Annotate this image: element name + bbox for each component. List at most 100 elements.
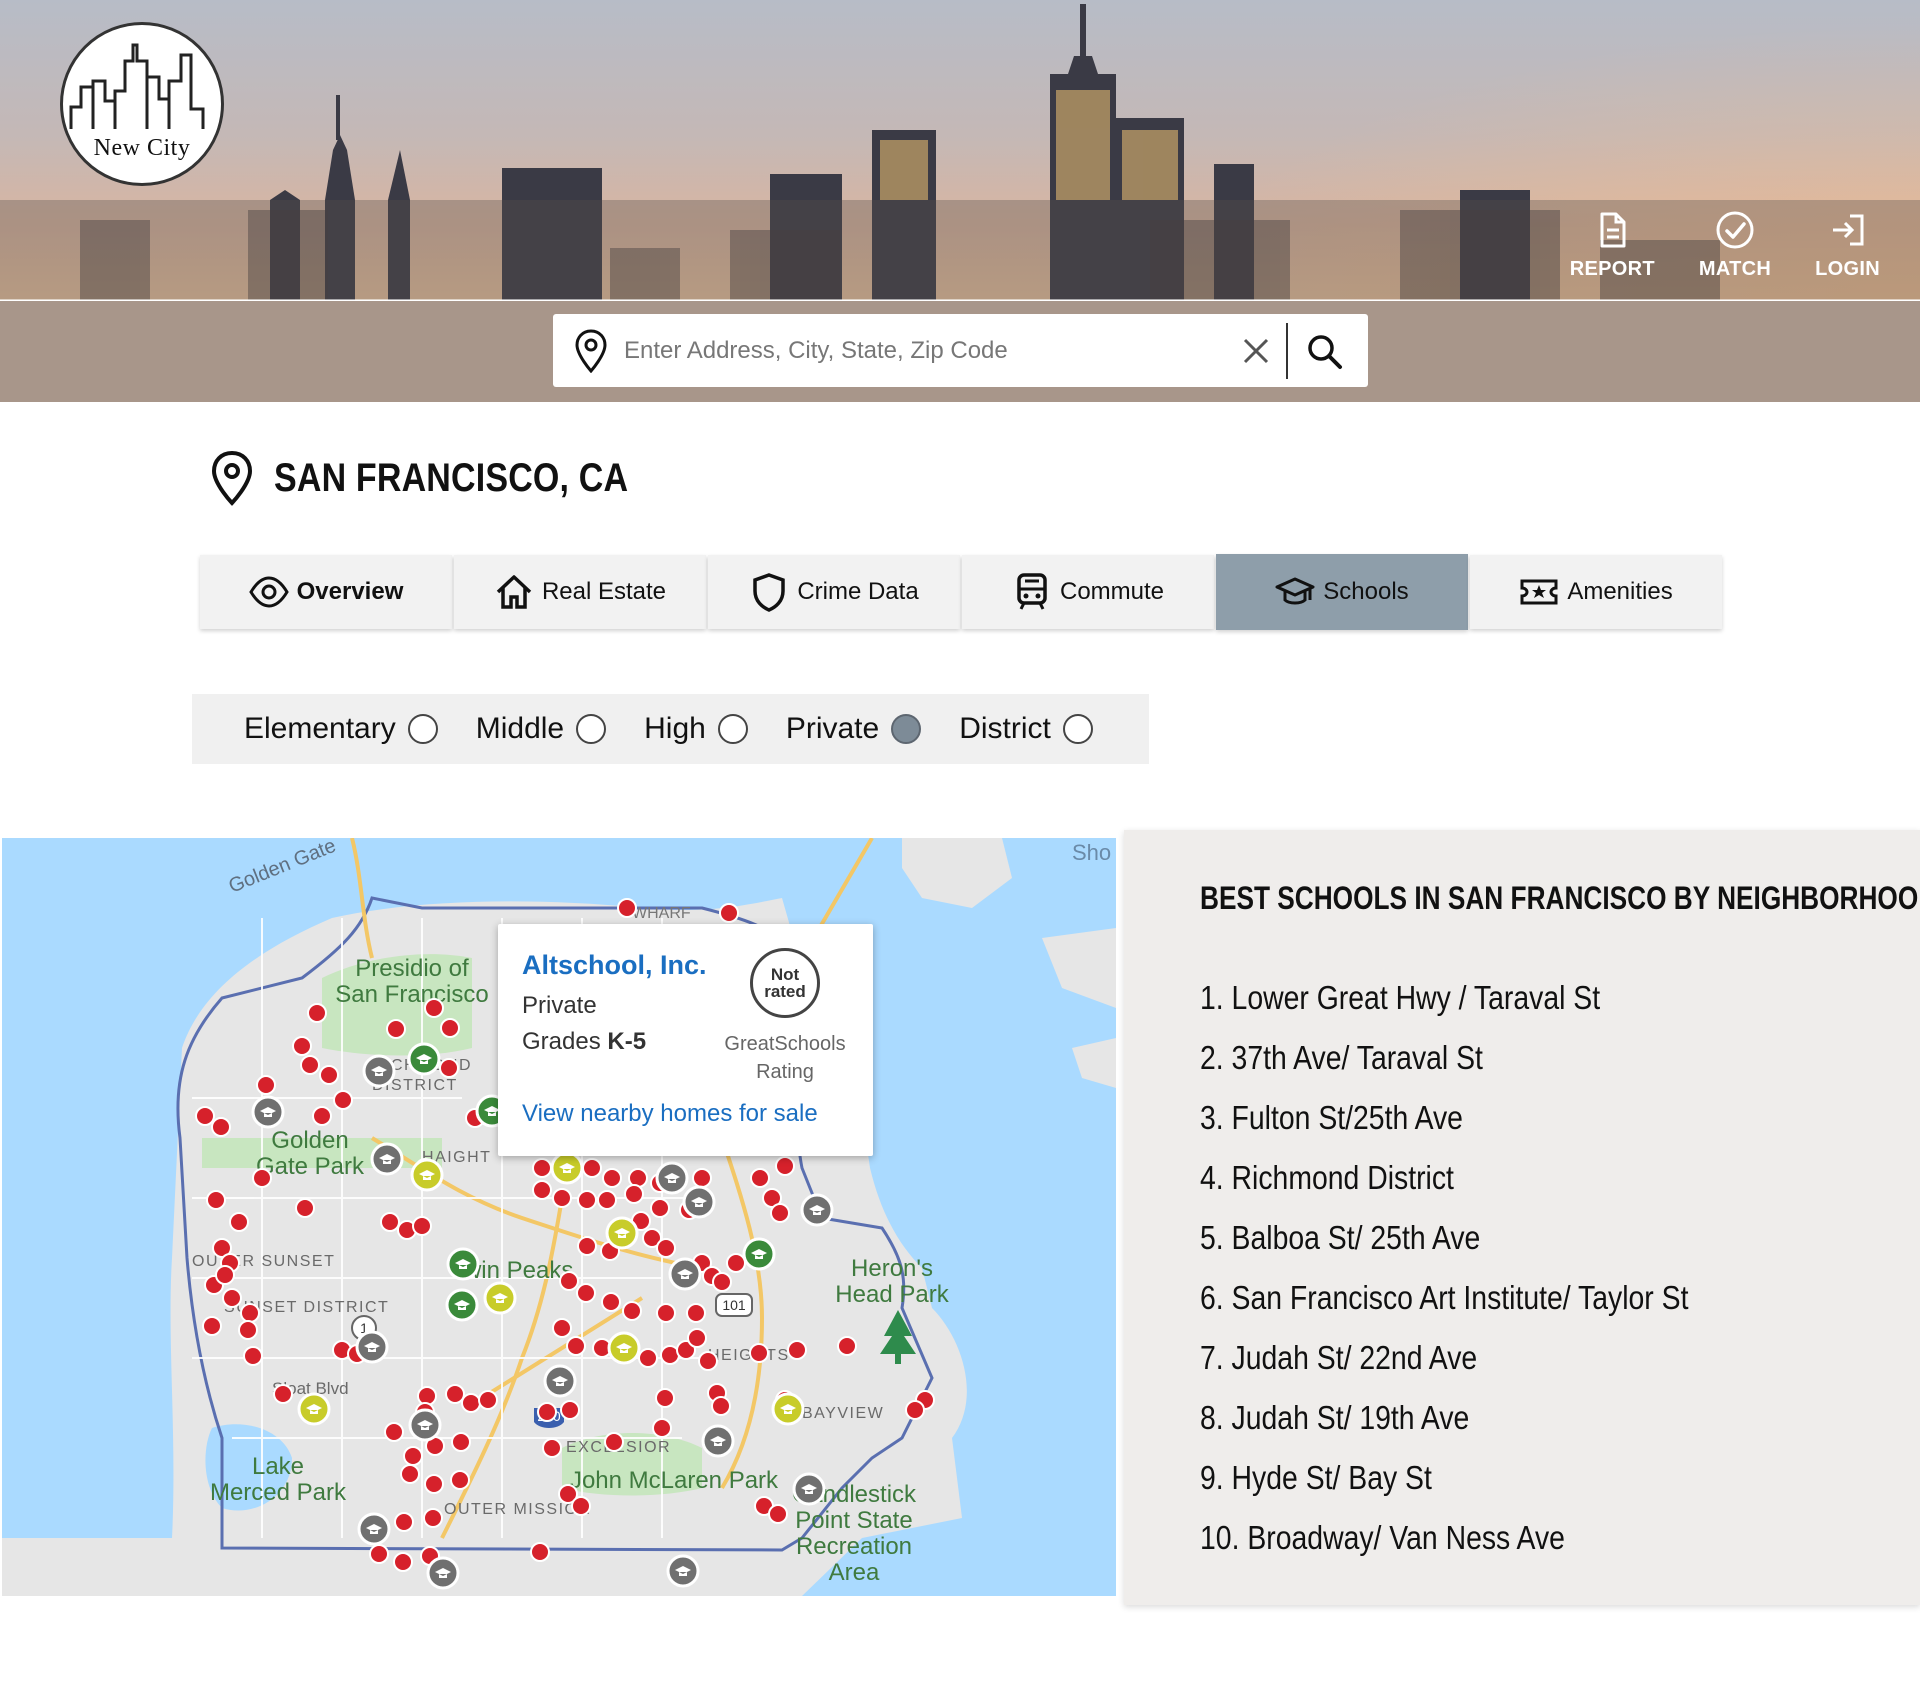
school-pin-red[interactable] (750, 1168, 770, 1188)
filter-private[interactable]: Private (786, 712, 922, 746)
list-item[interactable]: 5. Balboa St/ 25th Ave (1200, 1208, 1688, 1268)
school-pin-red[interactable] (624, 1184, 644, 1204)
school-pin-red[interactable] (307, 1003, 327, 1023)
search-input[interactable] (624, 320, 1236, 381)
filter-high-radio[interactable] (717, 714, 748, 744)
tab-overview[interactable]: Overview (200, 555, 452, 629)
school-pin-red[interactable] (656, 1238, 676, 1258)
filter-elementary-radio[interactable] (407, 714, 438, 744)
school-pin-red[interactable] (559, 1271, 579, 1291)
list-item[interactable]: 10. Broadway/ Van Ness Ave (1200, 1508, 1688, 1568)
school-pin-red[interactable] (692, 1168, 712, 1188)
school-pin-red[interactable] (229, 1212, 249, 1232)
school-pin-red[interactable] (412, 1216, 432, 1236)
school-pin-red[interactable] (333, 1090, 353, 1110)
tab-schools[interactable]: Schools (1216, 554, 1468, 630)
list-item[interactable]: 3. Fulton St/25th Ave (1200, 1088, 1688, 1148)
school-pin-red[interactable] (577, 1190, 597, 1210)
school-pin-red[interactable] (532, 1180, 552, 1200)
list-item[interactable]: 2. 37th Ave/ Taraval St (1200, 1028, 1688, 1088)
school-pin-red[interactable] (566, 1336, 586, 1356)
school-pin-red[interactable] (440, 1018, 460, 1038)
school-pin-red[interactable] (604, 1432, 624, 1452)
list-item[interactable]: 8. Judah St/ 19th Ave (1200, 1388, 1688, 1448)
filter-high[interactable]: High (644, 712, 748, 746)
school-pin-red[interactable] (424, 998, 444, 1018)
school-pin-red[interactable] (384, 1422, 404, 1442)
school-pin-red[interactable] (300, 1055, 320, 1075)
tab-commute[interactable]: Commute (962, 555, 1214, 629)
school-pin-red[interactable] (461, 1393, 481, 1413)
school-pin-red[interactable] (698, 1351, 718, 1371)
school-pin-red[interactable] (638, 1348, 658, 1368)
school-pin-red[interactable] (686, 1303, 706, 1323)
school-pin-red[interactable] (450, 1470, 470, 1490)
filter-district[interactable]: District (959, 712, 1093, 746)
search-icon[interactable] (1304, 331, 1344, 371)
school-pin-red[interactable] (445, 1384, 465, 1404)
filter-middle-radio[interactable] (576, 714, 607, 744)
school-pin-red[interactable] (369, 1544, 389, 1564)
school-pin-red[interactable] (560, 1400, 580, 1420)
school-pin-red[interactable] (602, 1168, 622, 1188)
filter-elementary[interactable]: Elementary (244, 712, 438, 746)
tab-real-estate[interactable]: Real Estate (454, 555, 706, 629)
report-button[interactable]: REPORT (1570, 210, 1655, 281)
school-pin-red[interactable] (712, 1272, 732, 1292)
school-pin-red[interactable] (273, 1384, 293, 1404)
list-item[interactable]: 7. Judah St/ 22nd Ave (1200, 1328, 1688, 1388)
school-pin-red[interactable] (711, 1396, 731, 1416)
school-pin-red[interactable] (451, 1432, 471, 1452)
school-pin-red[interactable] (195, 1106, 215, 1126)
school-pin-red[interactable] (749, 1343, 769, 1363)
match-button[interactable]: MATCH (1699, 210, 1771, 281)
school-pin-red[interactable] (240, 1303, 260, 1323)
school-pin-red[interactable] (905, 1400, 925, 1420)
list-item[interactable]: 4. Richmond District (1200, 1148, 1688, 1208)
school-pin-red[interactable] (582, 1158, 602, 1178)
school-pin-red[interactable] (319, 1065, 339, 1085)
school-pin-red[interactable] (650, 1198, 670, 1218)
popup-school-name[interactable]: Altschool, Inc. (522, 950, 707, 981)
school-pin-red[interactable] (386, 1019, 406, 1039)
school-pin-red[interactable] (439, 1058, 459, 1078)
list-item[interactable]: 1. Lower Great Hwy / Taraval St (1200, 968, 1688, 1028)
tab-crime-data[interactable]: Crime Data (708, 555, 960, 629)
school-pin-red[interactable] (202, 1316, 222, 1336)
schools-map[interactable]: Golden Gate WHARF Sho Presidio of San Fr… (2, 838, 1116, 1596)
school-pin-red[interactable] (256, 1075, 276, 1095)
school-pin-red[interactable] (424, 1474, 444, 1494)
school-pin-red[interactable] (652, 1418, 672, 1438)
school-pin-red[interactable] (775, 1156, 795, 1176)
school-pin-red[interactable] (597, 1190, 617, 1210)
school-pin-red[interactable] (394, 1512, 414, 1532)
filter-private-radio[interactable] (891, 714, 922, 744)
school-pin-red[interactable] (393, 1552, 413, 1572)
school-pin-red[interactable] (576, 1283, 596, 1303)
list-item[interactable]: 9. Hyde St/ Bay St (1200, 1448, 1688, 1508)
school-pin-red[interactable] (577, 1236, 597, 1256)
school-pin-red[interactable] (206, 1190, 226, 1210)
school-pin-red[interactable] (211, 1117, 231, 1137)
school-pin-red[interactable] (719, 903, 739, 923)
school-pin-red[interactable] (312, 1106, 332, 1126)
school-pin-red[interactable] (552, 1318, 572, 1338)
school-pin-red[interactable] (768, 1504, 788, 1524)
school-pin-red[interactable] (770, 1203, 790, 1223)
school-pin-red[interactable] (542, 1438, 562, 1458)
school-pin-red[interactable] (530, 1542, 550, 1562)
school-pin-red[interactable] (400, 1464, 420, 1484)
school-pin-red[interactable] (532, 1158, 552, 1178)
school-pin-red[interactable] (687, 1328, 707, 1348)
school-pin-red[interactable] (243, 1346, 263, 1366)
school-pin-red[interactable] (552, 1188, 572, 1208)
brand-logo[interactable]: New City (60, 22, 224, 186)
school-pin-red[interactable] (571, 1496, 591, 1516)
clear-search-icon[interactable] (1236, 331, 1276, 371)
school-pin-red[interactable] (617, 898, 637, 918)
school-pin-red[interactable] (403, 1446, 423, 1466)
school-pin-red[interactable] (295, 1198, 315, 1218)
school-pin-red[interactable] (215, 1265, 235, 1285)
filter-district-radio[interactable] (1062, 714, 1093, 744)
tab-amenities[interactable]: Amenities (1470, 555, 1722, 629)
